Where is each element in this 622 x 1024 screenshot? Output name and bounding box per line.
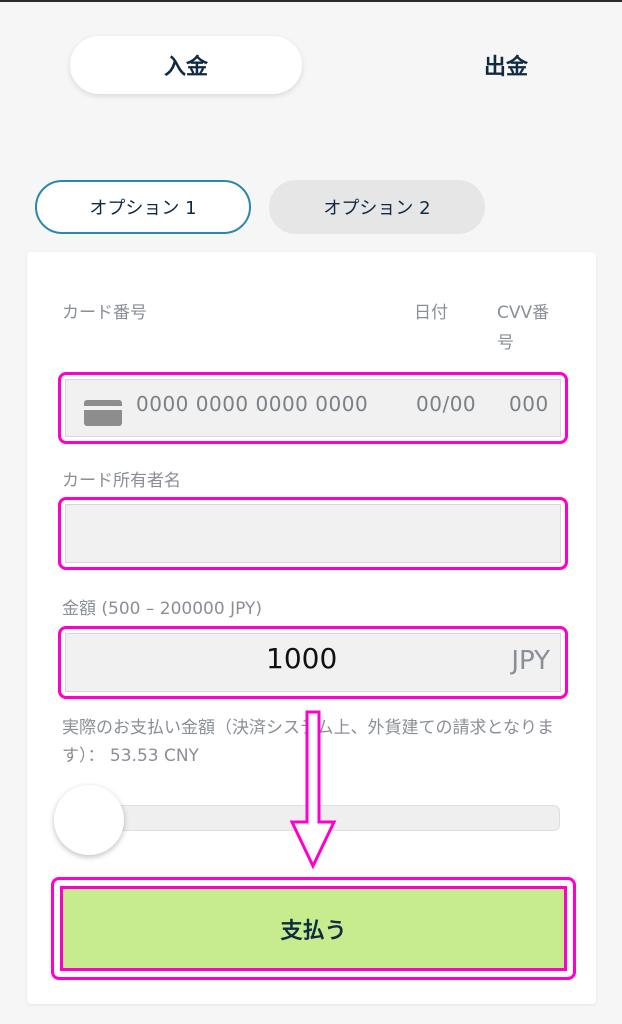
amount-input[interactable]: 1000 <box>266 642 337 675</box>
tab-option-2[interactable]: オプション 2 <box>269 180 485 234</box>
card-input-box[interactable]: 0000 0000 0000 0000 00/00 000 <box>65 379 561 437</box>
card-input-group[interactable]: 0000 0000 0000 0000 00/00 000 <box>58 372 568 444</box>
amount-slider-thumb[interactable] <box>54 785 124 855</box>
date-label: 日付 <box>414 303 448 323</box>
cvv-label-line1: CVV番 <box>497 303 550 323</box>
tab-option-1[interactable]: オプション 1 <box>35 180 251 234</box>
amount-input-box[interactable]: 1000 JPY <box>65 633 561 692</box>
cardholder-name-label: カード所有者名 <box>62 471 181 491</box>
card-number-input[interactable]: 0000 0000 0000 0000 <box>136 392 368 416</box>
amount-group[interactable]: 1000 JPY <box>58 626 568 699</box>
cardholder-name-input[interactable] <box>65 504 561 563</box>
tab-withdraw[interactable]: 出金 <box>390 36 622 94</box>
amount-label: 金額 (500 – 200000 JPY) <box>62 599 262 619</box>
pay-button-outline: 支払う <box>51 877 576 980</box>
credit-card-icon <box>84 400 122 426</box>
cardholder-name-group[interactable] <box>58 497 568 570</box>
deposit-withdraw-tabs: 入金 出金 <box>70 36 560 94</box>
expiry-date-input[interactable]: 00/00 <box>416 392 476 416</box>
cvv-label-line2: 号 <box>497 333 514 353</box>
pay-button[interactable]: 支払う <box>60 886 567 971</box>
tab-deposit[interactable]: 入金 <box>70 36 302 94</box>
payment-screen: 入金 出金 オプション 1 オプション 2 カード番号 日付 CVV番 号 00… <box>0 0 622 1024</box>
cvv-label: CVV番 号 <box>497 298 549 358</box>
amount-currency: JPY <box>511 646 550 676</box>
card-number-label: カード番号 <box>62 303 147 323</box>
down-arrow-icon <box>289 710 337 870</box>
cvv-input[interactable]: 000 <box>509 392 549 416</box>
